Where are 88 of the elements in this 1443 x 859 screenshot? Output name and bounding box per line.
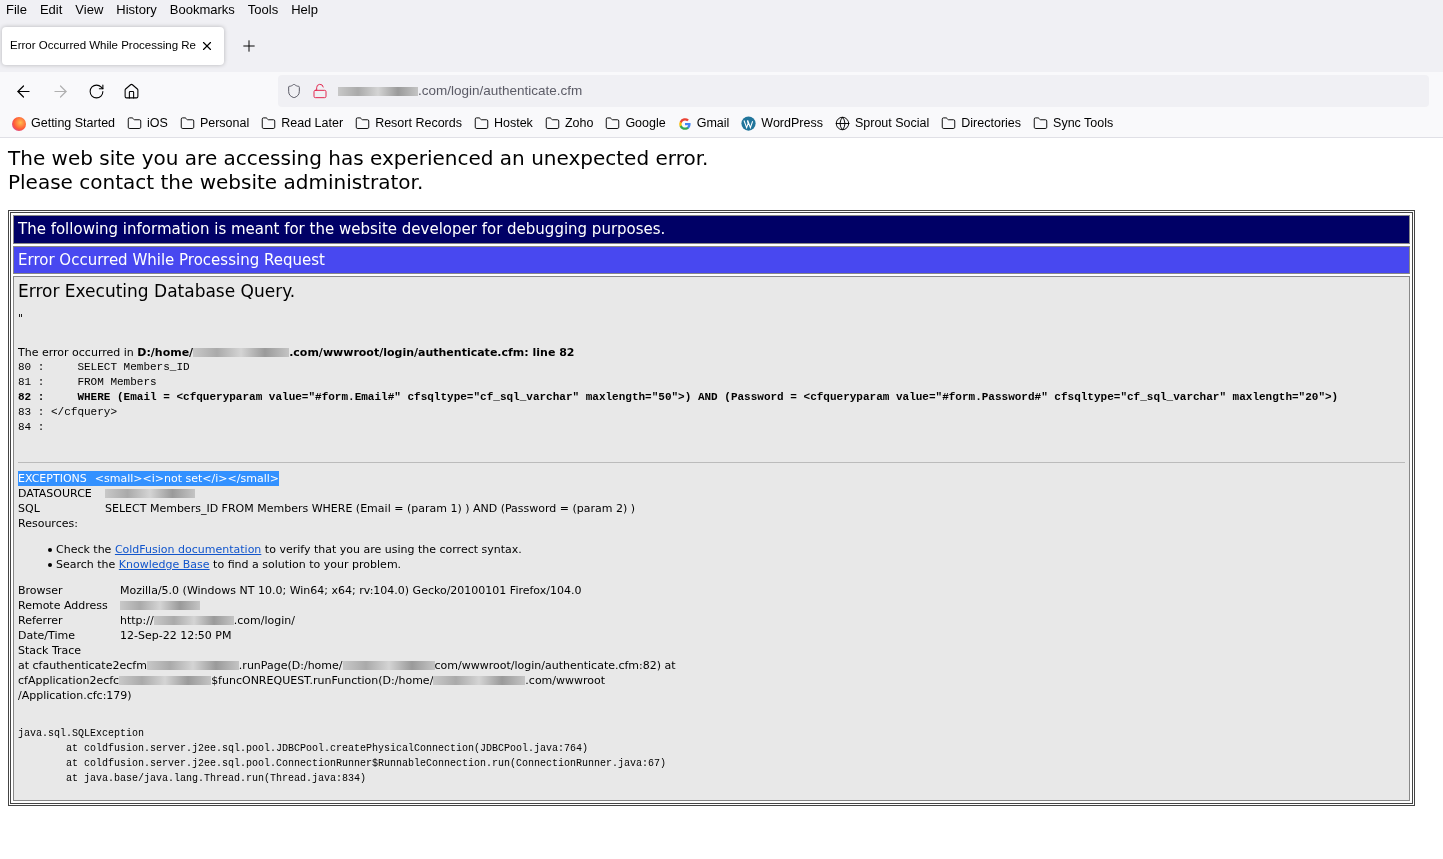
bullet-icon xyxy=(48,562,52,567)
stack-trace-line: at java.base/java.lang.Thread.run(Thread.java:834) xyxy=(65,772,368,786)
field-label: Remote Address xyxy=(18,598,109,613)
address-bar[interactable]: .com/login/authenticate.cfm xyxy=(278,75,1429,107)
code-line: 82 : WHERE (Email = <cfqueryparam value="#form.Email#" cfsqltype="cf_sql_varchar" maxlength="50">) AND (Password = <cfqueryparam value="#form.Password#" cfsqltype="cf_sql_varchar" maxlength="20">) xyxy=(18,390,1339,405)
shield-icon xyxy=(286,83,302,99)
insecure-lock-icon xyxy=(312,83,328,99)
error-title: Error Occurred While Processing Request xyxy=(18,250,325,269)
field-label: SQL xyxy=(18,501,41,516)
text: .runPage(D:/home/ xyxy=(238,658,343,673)
close-icon[interactable] xyxy=(200,39,214,53)
folder-icon xyxy=(179,116,195,131)
folder-icon xyxy=(1033,116,1049,131)
bookmark-link[interactable]: Gmail xyxy=(696,114,730,133)
menu-item[interactable]: Bookmarks xyxy=(169,0,235,20)
menu-item[interactable]: Tools xyxy=(247,0,279,20)
text: /Application.cfc:179) xyxy=(18,688,132,703)
text: Mozilla/5.0 (Windows NT 10.0; Win64; x64; rv:104.0) Gecko/20100101 Firefox/104.0 xyxy=(120,583,582,598)
wordpress-logo-icon xyxy=(741,116,757,131)
field-label: Date/Time xyxy=(18,628,76,643)
exceptions-value: <small><i>not set</i></small> xyxy=(94,471,279,486)
code-line: 81 : FROM Members xyxy=(18,375,157,390)
code-line: 80 : SELECT Members_ID xyxy=(18,360,190,375)
text: com/wwwroot/login/authenticate.cfm:82) at xyxy=(434,658,676,673)
resource-link[interactable]: Knowledge Base xyxy=(118,558,210,571)
menu-item[interactable]: View xyxy=(75,0,104,20)
menu-item[interactable]: File xyxy=(6,0,27,20)
menu-item[interactable]: History xyxy=(116,0,157,20)
folder-icon xyxy=(544,116,560,131)
text: cfApplication2ecfc xyxy=(18,673,120,688)
folder-icon xyxy=(127,116,143,131)
resource-text: Check the ColdFusion documentation to verify that you are using the correct syntax. xyxy=(56,542,522,557)
code-line: 83 : </cfquery> xyxy=(18,405,118,420)
menu-item[interactable]: Edit xyxy=(39,0,63,20)
text: 12-Sep-22 12:50 PM xyxy=(120,628,232,643)
bookmark-link[interactable]: WordPress xyxy=(761,114,823,133)
field-label: Browser xyxy=(18,583,64,598)
stack-trace-line: at coldfusion.server.j2ee.sql.pool.ConnectionRunner$RunnableConnection.run(ConnectionRunner.java:67) xyxy=(65,757,668,771)
reload-icon[interactable] xyxy=(88,82,105,100)
bookmark-link[interactable]: Directories xyxy=(961,114,1022,133)
stack-trace-line: at coldfusion.server.j2ee.sql.pool.JDBCPool.createPhysicalConnection(JDBCPool.java:764) xyxy=(65,742,590,756)
text: .com/wwwroot/login/authenticate.cfm: line 82 xyxy=(289,345,575,360)
bullet-icon xyxy=(48,547,52,552)
new-tab-icon[interactable] xyxy=(240,37,258,55)
text: .com/login/authenticate.cfm xyxy=(418,81,583,100)
field-label: Resources: xyxy=(18,516,79,531)
globe-icon xyxy=(834,116,850,131)
bookmark-link[interactable]: Read Later xyxy=(281,114,344,133)
notice-text: The following information is meant for the website developer for debugging purposes. xyxy=(18,220,666,238)
folder-icon xyxy=(355,116,371,131)
bookmark-link[interactable]: Sprout Social xyxy=(854,114,930,133)
stack-trace-line: java.sql.SQLException xyxy=(18,727,146,741)
folder-icon xyxy=(473,116,489,131)
bookmark-link[interactable]: Sync Tools xyxy=(1053,114,1114,133)
text: $funcONREQUEST.runFunction(D:/home/ xyxy=(211,673,434,688)
quote-mark: " xyxy=(18,311,25,327)
exceptions-label: EXCEPTIONS xyxy=(18,471,95,486)
bookmark-link[interactable]: Getting Started xyxy=(31,114,116,133)
browser-tab[interactable]: Error Occurred While Processing Re xyxy=(2,27,224,65)
folder-icon xyxy=(261,116,277,131)
field-label: Stack Trace xyxy=(18,643,83,658)
bookmark-link[interactable]: iOS xyxy=(147,114,168,133)
field-label: DATASOURCE xyxy=(18,486,93,501)
folder-icon xyxy=(941,116,957,131)
text: The error occurred in D:/home/ xyxy=(18,345,194,360)
text: at cfauthenticate2ecfm xyxy=(18,658,147,673)
browser-logo-icon xyxy=(12,116,26,131)
error-heading: The web site you are accessing has experienced an unexpected error. xyxy=(8,146,710,170)
menu-item[interactable]: Help xyxy=(291,0,318,20)
text: SELECT Members_ID FROM Members WHERE (Email = (param 1) ) AND (Password = (param 2) ) xyxy=(105,501,636,516)
bookmark-link[interactable]: Personal xyxy=(199,114,250,133)
bookmark-link[interactable]: Hostek xyxy=(493,114,533,133)
bookmark-link[interactable]: Resort Records xyxy=(375,114,462,133)
resource-text: Search the Knowledge Base to find a solution to your problem. xyxy=(56,557,402,572)
text: .com/wwwroot xyxy=(525,673,606,688)
query-title: Error Executing Database Query. xyxy=(18,280,297,303)
tab-title: Error Occurred While Processing Re xyxy=(10,38,196,54)
text: http:// xyxy=(120,613,154,628)
bookmark-link[interactable]: Google xyxy=(625,114,666,133)
folder-icon xyxy=(605,116,621,131)
error-heading: Please contact the website administrator. xyxy=(8,170,425,194)
home-icon[interactable] xyxy=(123,82,140,100)
google-logo-icon xyxy=(677,116,692,131)
bookmark-link[interactable]: Zoho xyxy=(564,114,594,133)
field-label: Referrer xyxy=(18,613,64,628)
text: .com/login/ xyxy=(233,613,295,628)
code-line: 84 : xyxy=(18,420,45,435)
resource-link[interactable]: ColdFusion documentation xyxy=(114,543,262,556)
